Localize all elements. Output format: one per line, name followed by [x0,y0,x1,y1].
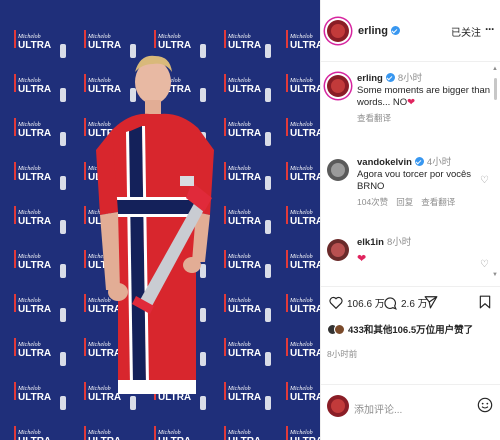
viewer-avatar [327,395,349,417]
comment-like-count[interactable]: 104次赞 [357,197,388,207]
post-timestamp: 8小时前 [327,349,358,359]
commenter-username[interactable]: vandokelvin [357,157,412,168]
post-side-panel: erling 已关注 ··· erling 8小时 Some moments ar… [320,0,500,440]
likes-summary-text: 433和其他106.5万位用户赞了 [348,325,474,336]
author-username[interactable]: erling [358,25,388,37]
comments-list: erling 8小时 Some moments are bigger than w… [321,63,500,285]
translate-link[interactable]: 查看翻译 [421,197,455,207]
like-count: 106.6 万 [347,299,385,310]
comment-time: 4小时 [426,157,452,168]
bookmark-icon [479,295,491,309]
emoji-icon[interactable] [477,397,493,413]
comment-text: Some moments are bigger than words... NO… [357,85,491,108]
comment-time: 8小时 [386,237,412,248]
author-avatar[interactable] [327,19,349,42]
post-header: erling 已关注 ··· [321,0,500,62]
commenter-username[interactable]: erling [357,73,383,84]
comments-scrollbar[interactable] [494,78,497,100]
scroll-down-arrow-icon[interactable]: ▼ [492,272,498,278]
share-button[interactable] [424,295,438,309]
action-bar: 106.6 万 2.6 万 [321,286,500,320]
commenter-avatar[interactable] [327,75,349,97]
post-photo[interactable]: Michelob ULTRA Michelob ULTRA Michelob ULTRA M… [0,0,320,440]
comment-text: ❤ [357,253,367,265]
follow-status-button[interactable]: 已关注 [451,24,481,39]
heart-icon [329,296,343,309]
verified-icon [414,157,424,166]
comment-heart-icon[interactable]: ♡ [480,259,490,270]
comment-time: 8小时 [397,73,423,84]
translate-link[interactable]: 查看翻译 [357,113,391,123]
share-icon [424,296,438,309]
verified-icon [385,73,395,82]
add-comment-input[interactable]: 添加评论... [354,401,402,416]
reply-button[interactable]: 回复 [396,197,413,207]
comment-heart-icon[interactable]: ♡ [480,175,490,186]
likes-summary[interactable]: 433和其他106.5万位用户赞了 [327,322,497,336]
player-figure [96,55,214,394]
bookmark-button[interactable] [479,295,491,309]
scroll-up-arrow-icon[interactable]: ▲ [492,66,498,72]
commenter-username[interactable]: elk1in [357,237,384,248]
heart-emoji: ❤ [407,97,416,108]
comment-button[interactable]: 2.6 万 [383,295,428,310]
commenter-avatar[interactable] [327,239,349,261]
like-button[interactable]: 106.6 万 [329,295,385,310]
more-icon[interactable]: ··· [485,22,495,36]
commenter-avatar[interactable] [327,159,349,181]
verified-icon [390,26,400,35]
comment-icon [384,296,397,310]
comment-text: Agora vou torcer por vocês BRNO [357,169,472,192]
add-comment-bar: 添加评论... [321,384,500,440]
liker-avatar [334,323,345,335]
